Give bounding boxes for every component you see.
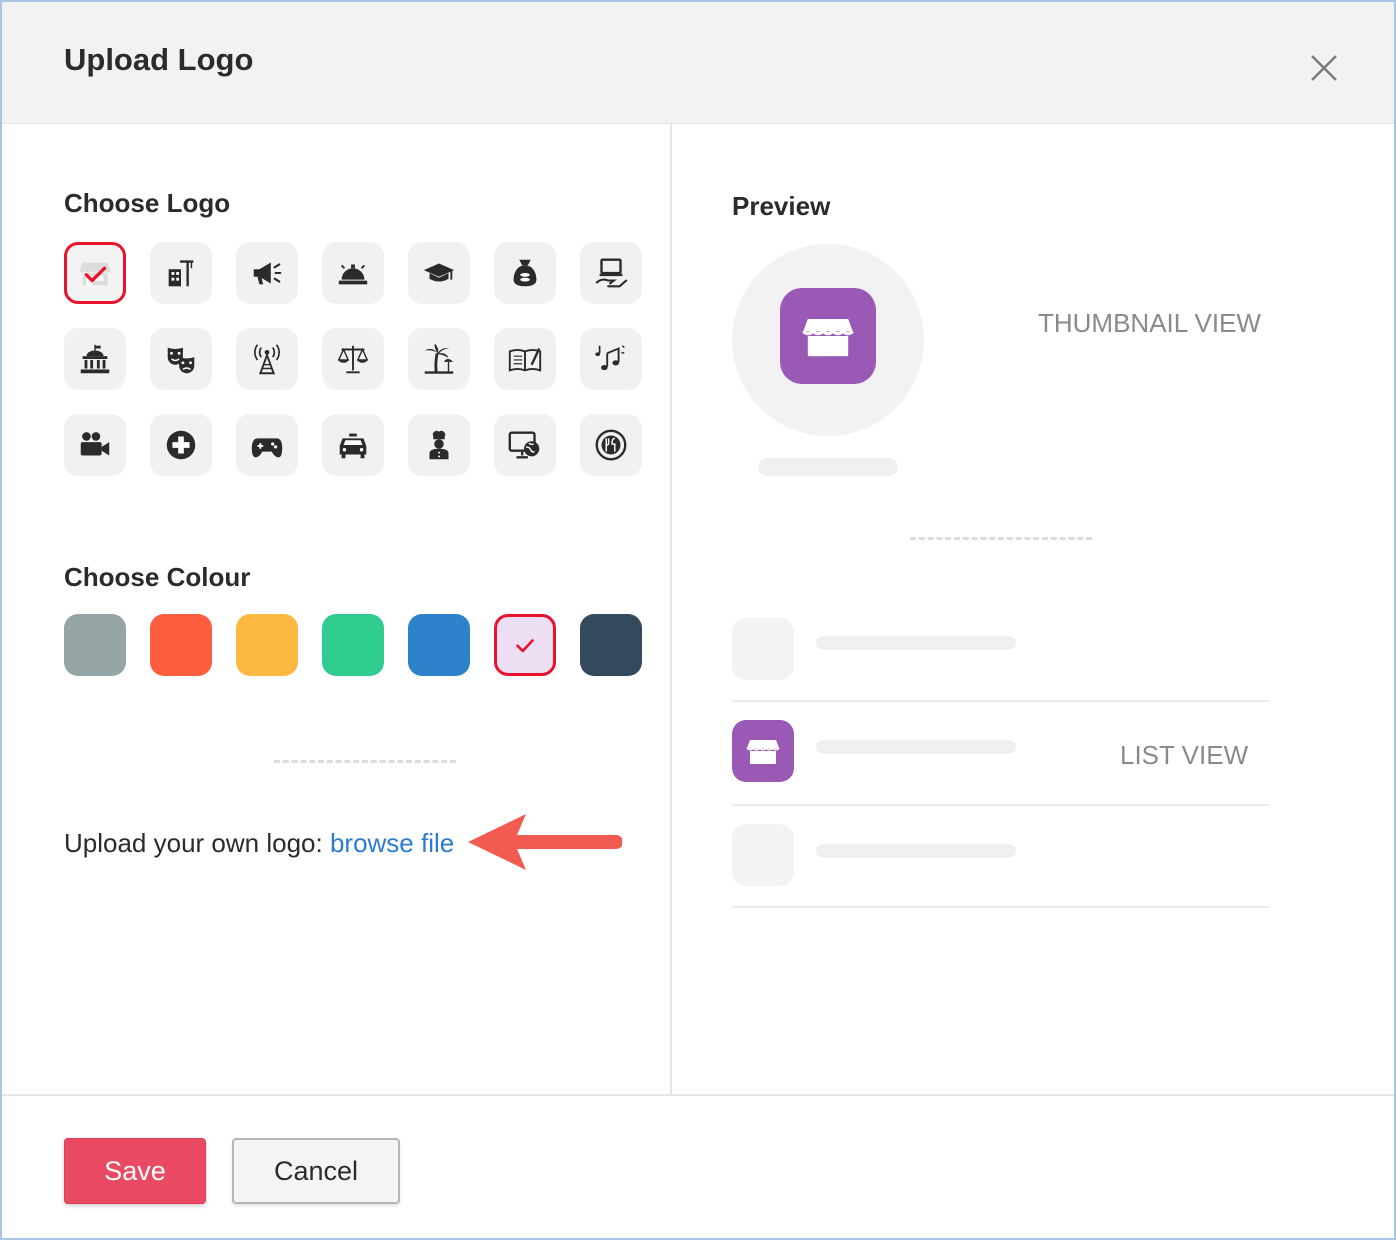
colour-swatch[interactable] [494,614,556,676]
logo-option-justice-scale[interactable] [322,328,384,390]
logo-option-laptop-hand[interactable] [580,242,642,304]
radio-tower-icon [254,344,280,375]
monitor-globe-icon [508,431,540,459]
logo-option-gamepad[interactable] [236,414,298,476]
justice-scale-icon [337,345,369,374]
graduation-cap-icon [423,263,455,282]
logo-option-taxi[interactable] [322,414,384,476]
logo-option-palm-beach[interactable] [408,328,470,390]
choose-colour-title: Choose Colour [64,562,251,592]
money-bag-icon [513,259,537,287]
preview-separator-dashes [910,537,1092,540]
cancel-button[interactable]: Cancel [232,1138,400,1204]
logo-option-money-bag[interactable] [494,242,556,304]
gamepad-icon [251,438,283,458]
list-line-placeholder [816,844,1016,858]
upload-logo-dialog: Upload Logo Choose Logo Choose Colour Up… [0,0,1396,1240]
close-icon[interactable] [1302,46,1342,86]
medical-cross-icon [166,430,196,460]
colour-swatch[interactable] [322,614,384,676]
checkmark-icon [516,639,534,653]
annotation-arrow-icon [468,814,622,870]
logo-option-store[interactable] [64,242,126,304]
thumbnail-store-icon [780,288,876,384]
list-store-icon [732,720,794,782]
thumbnail-preview [732,244,924,436]
taxi-icon [339,433,367,459]
dining-plate-icon [595,429,627,461]
list-icon-placeholder [732,618,794,680]
list-view-label: LIST VIEW [1120,740,1249,770]
browse-file-link[interactable]: browse file [330,828,454,858]
preview-title: Preview [732,191,831,221]
logo-option-government-building[interactable] [64,328,126,390]
government-building-icon [80,344,110,374]
colour-swatch[interactable] [408,614,470,676]
video-camera-icon [80,432,110,456]
logo-option-monitor-globe[interactable] [494,414,556,476]
upload-own-logo: Upload your own logo: browse file [64,828,454,859]
dialog-header: Upload Logo [2,2,1394,124]
colour-swatch[interactable] [236,614,298,676]
choose-logo-title: Choose Logo [64,188,231,218]
logo-option-megaphone[interactable] [236,242,298,304]
thumbnail-caption-placeholder [758,458,898,476]
megaphone-icon [253,262,282,285]
logo-option-dining-plate[interactable] [580,414,642,476]
theater-masks-icon [167,347,195,374]
chef-icon [429,430,449,460]
dialog-title: Upload Logo [64,42,254,77]
store-icon [79,262,111,286]
list-line-placeholder [816,740,1016,754]
colour-swatch[interactable] [150,614,212,676]
logo-option-theater-masks[interactable] [150,328,212,390]
list-row-selected: LIST VIEW [732,704,1270,806]
logo-option-radio-tower[interactable] [236,328,298,390]
colour-swatch[interactable] [580,614,642,676]
list-row-placeholder [732,806,1270,908]
service-bell-icon [338,264,368,285]
logo-option-graduation-cap[interactable] [408,242,470,304]
column-divider [670,124,672,1096]
save-button[interactable]: Save [64,1138,206,1204]
logo-option-building-crane[interactable] [150,242,212,304]
logo-option-video-camera[interactable] [64,414,126,476]
list-icon-placeholder [732,824,794,886]
logo-option-open-book[interactable] [494,328,556,390]
logo-option-music-notes[interactable] [580,328,642,390]
separator-dashes [274,760,456,763]
thumbnail-view-label: THUMBNAIL VIEW [1038,308,1261,338]
footer-divider [2,1094,1394,1096]
laptop-hand-icon [595,258,628,288]
list-line-placeholder [816,636,1016,650]
building-crane-icon [168,260,194,287]
list-row-placeholder [732,600,1270,702]
music-notes-icon [595,345,625,371]
logo-option-chef[interactable] [408,414,470,476]
logo-option-medical-cross[interactable] [150,414,212,476]
colour-swatch[interactable] [64,614,126,676]
logo-option-service-bell[interactable] [322,242,384,304]
palm-beach-icon [424,343,454,374]
open-book-icon [508,348,542,372]
upload-label: Upload your own logo: [64,828,323,858]
